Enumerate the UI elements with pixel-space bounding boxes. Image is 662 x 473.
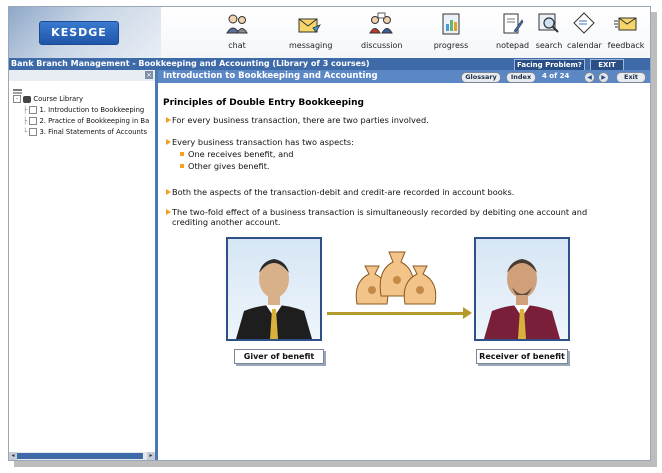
lesson-title: Introduction to Bookkeeping and Accounti… bbox=[163, 71, 378, 81]
bullet-text-continued: crediting another account. bbox=[172, 217, 281, 227]
discussion-label: discussion bbox=[361, 41, 403, 50]
horizontal-scrollbar[interactable]: ◂ ▸ bbox=[9, 452, 155, 460]
bullet-arrow-icon bbox=[166, 209, 171, 215]
businessman-icon bbox=[236, 259, 312, 339]
messaging-icon bbox=[298, 18, 321, 33]
discussion-button[interactable]: discussion bbox=[361, 11, 403, 57]
scroll-left-icon[interactable]: ◂ bbox=[9, 452, 17, 460]
chat-icon bbox=[226, 14, 248, 34]
calendar-button[interactable]: calendar bbox=[567, 11, 602, 57]
glossary-button[interactable]: Glossary bbox=[461, 72, 501, 83]
close-panel-icon[interactable]: × bbox=[145, 71, 153, 79]
notepad-button[interactable]: notepad bbox=[496, 11, 530, 57]
collapse-icon[interactable]: - bbox=[13, 95, 21, 103]
feedback-button[interactable]: feedback bbox=[607, 11, 645, 57]
course-tree-panel: × - Course Library ├ 1. Introduction to … bbox=[9, 70, 158, 460]
sub-bullet-icon bbox=[180, 152, 184, 156]
benefit-flow-line bbox=[327, 312, 463, 315]
feedback-label: feedback bbox=[607, 41, 645, 50]
course-tree: - Course Library ├ 1. Introduction to Bo… bbox=[13, 94, 149, 138]
module-icon bbox=[29, 128, 38, 136]
tree-item[interactable]: ├ 1. Introduction to Bookkeeping bbox=[13, 105, 149, 116]
tree-branch: ├ bbox=[23, 117, 28, 125]
bullet-arrow-icon bbox=[166, 117, 171, 123]
chat-button[interactable]: chat bbox=[222, 11, 252, 57]
index-button[interactable]: Index bbox=[506, 72, 536, 83]
bullet-text: Every business transaction has two aspec… bbox=[172, 137, 354, 147]
bullet-text: Both the aspects of the transaction-debi… bbox=[172, 187, 515, 197]
app-window: KESDGE chat messaging discussion progres… bbox=[8, 6, 651, 461]
top-toolbar: KESDGE chat messaging discussion progres… bbox=[9, 7, 650, 58]
tree-item-label: 1. Introduction to Bookkeeping bbox=[39, 106, 145, 114]
receiver-image bbox=[474, 237, 570, 341]
bullet-arrow-icon bbox=[166, 189, 171, 195]
logo-area: KESDGE bbox=[9, 7, 161, 58]
feedback-icon bbox=[614, 17, 637, 31]
previous-page-icon[interactable]: ◀ bbox=[584, 72, 595, 83]
module-icon bbox=[29, 106, 38, 114]
receiver-caption: Receiver of benefit bbox=[476, 349, 568, 364]
content-header: Introduction to Bookkeeping and Accounti… bbox=[158, 70, 650, 83]
tree-root-label: Course Library bbox=[33, 95, 83, 103]
tree-item[interactable]: └ 3. Final Statements of Accounts bbox=[13, 127, 149, 138]
next-page-icon[interactable]: ▶ bbox=[598, 72, 609, 83]
search-icon bbox=[538, 13, 559, 33]
tree-item[interactable]: ├ 2. Practice of Bookkeeping in Ba bbox=[13, 116, 149, 127]
bullet-text: The two-fold effect of a business transa… bbox=[172, 207, 588, 217]
notepad-label: notepad bbox=[496, 41, 530, 50]
lesson-content: Principles of Double Entry Bookkeeping F… bbox=[158, 83, 650, 460]
discussion-icon bbox=[369, 12, 393, 34]
giver-image bbox=[226, 237, 322, 341]
kesdge-logo: KESDGE bbox=[39, 21, 119, 45]
search-label: search bbox=[535, 41, 563, 50]
book-icon bbox=[23, 95, 32, 103]
module-icon bbox=[29, 117, 38, 125]
giver-caption: Giver of benefit bbox=[234, 349, 324, 364]
money-bags-icon bbox=[355, 251, 437, 305]
bullet-arrow-icon bbox=[166, 139, 171, 145]
messaging-label: messaging bbox=[289, 41, 333, 50]
progress-label: progress bbox=[433, 41, 469, 50]
sub-bullet-icon bbox=[180, 164, 184, 168]
tree-branch: ├ bbox=[23, 106, 28, 114]
lesson-exit-button[interactable]: Exit bbox=[616, 72, 646, 83]
messaging-button[interactable]: messaging bbox=[289, 11, 333, 57]
search-button[interactable]: search bbox=[534, 11, 564, 57]
arrow-right-icon bbox=[463, 307, 472, 319]
calendar-icon bbox=[573, 12, 595, 34]
sub-bullet-text: One receives benefit, and bbox=[188, 149, 294, 159]
tree-root[interactable]: - Course Library bbox=[13, 94, 149, 105]
tree-item-label: 2. Practice of Bookkeeping in Ba bbox=[39, 117, 150, 125]
course-title-bar: Bank Branch Management - Bookkeeping and… bbox=[9, 58, 650, 71]
tree-panel-header: × bbox=[9, 70, 155, 81]
notepad-icon bbox=[503, 13, 524, 34]
course-title: Bank Branch Management - Bookkeeping and… bbox=[11, 59, 370, 68]
tree-item-label: 3. Final Statements of Accounts bbox=[39, 128, 148, 136]
bullet-text: For every business transaction, there ar… bbox=[172, 115, 429, 125]
page-indicator: 4 of 24 bbox=[542, 72, 570, 80]
scroll-thumb[interactable] bbox=[17, 453, 143, 459]
sub-bullet-text: Other gives benefit. bbox=[188, 161, 270, 171]
tree-branch: └ bbox=[23, 128, 28, 136]
progress-icon bbox=[442, 13, 460, 35]
businessman-icon bbox=[484, 259, 560, 339]
progress-button[interactable]: progress bbox=[433, 11, 469, 57]
chat-label: chat bbox=[228, 41, 246, 50]
calendar-label: calendar bbox=[567, 41, 602, 50]
scroll-right-icon[interactable]: ▸ bbox=[147, 452, 155, 460]
section-heading: Principles of Double Entry Bookkeeping bbox=[163, 98, 364, 108]
